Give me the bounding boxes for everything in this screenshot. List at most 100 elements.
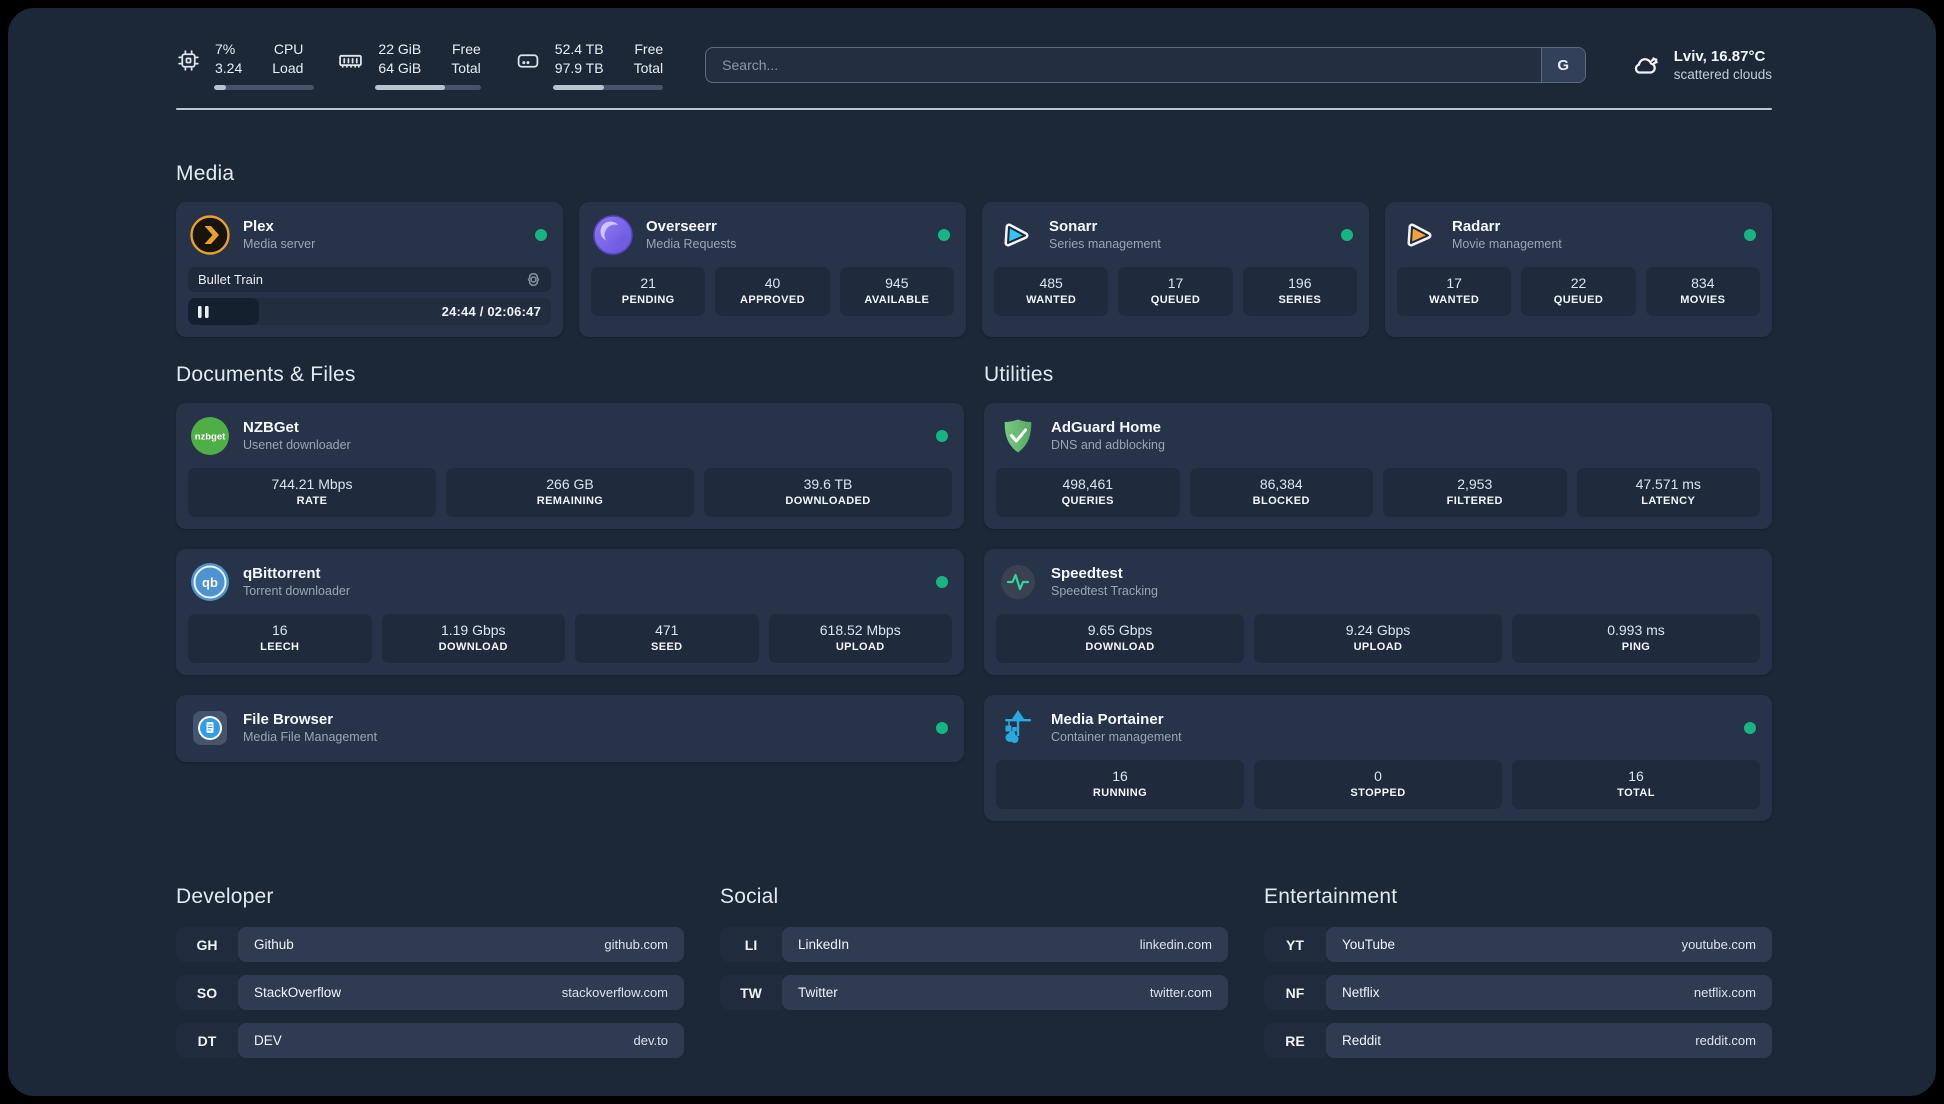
speedtest-title: Speedtest bbox=[1051, 565, 1123, 582]
search-bar: G bbox=[705, 47, 1586, 83]
bookmark-url: twitter.com bbox=[1149, 985, 1212, 1000]
overseerr-status-dot bbox=[938, 229, 950, 241]
cpu-load-label: Load bbox=[272, 60, 304, 76]
overseerr-card[interactable]: Overseerr Media Requests 21 PENDING 40 APP… bbox=[579, 202, 966, 337]
section-heading-entertainment: Entertainment bbox=[1264, 885, 1398, 908]
stat-box: 9.24 Gbps UPLOAD bbox=[1254, 614, 1502, 663]
pause-icon[interactable] bbox=[198, 305, 209, 318]
stat-box: 16 TOTAL bbox=[1512, 760, 1760, 809]
overseerr-icon bbox=[593, 215, 633, 255]
filebrowser-icon bbox=[190, 708, 230, 748]
bookmark-stackoverflow[interactable]: SO StackOverflow stackoverflow.com bbox=[176, 975, 684, 1010]
cpu-resource: 7% 3.24 CPU Load bbox=[176, 40, 314, 90]
sonarr-title: Sonarr bbox=[1049, 218, 1098, 235]
memory-free-value: 22 GiB bbox=[378, 41, 422, 57]
bookmark-name: Netflix bbox=[1342, 985, 1380, 1000]
radarr-title: Radarr bbox=[1452, 218, 1501, 235]
developer-bookmarks: Developer GH Github github.com SO StackO… bbox=[176, 885, 684, 1071]
bookmark-abbr: SO bbox=[176, 975, 238, 1010]
radarr-status-dot bbox=[1744, 229, 1756, 241]
sonarr-subtitle: Series management bbox=[1049, 237, 1161, 251]
overseerr-title: Overseerr bbox=[646, 218, 717, 235]
gear-icon[interactable] bbox=[526, 272, 541, 287]
bookmark-abbr: LI bbox=[720, 927, 782, 962]
memory-resource: 22 GiB 64 GiB Free Total bbox=[337, 40, 481, 90]
plex-subtitle: Media server bbox=[243, 237, 316, 251]
bookmark-youtube[interactable]: YT YouTube youtube.com bbox=[1264, 927, 1772, 962]
bookmark-url: netflix.com bbox=[1693, 985, 1756, 1000]
entertainment-bookmarks: Entertainment YT YouTube youtube.com NF … bbox=[1264, 885, 1772, 1071]
stat-box: 9.65 Gbps DOWNLOAD bbox=[996, 614, 1244, 663]
cpu-label: CPU bbox=[273, 41, 304, 57]
header-divider bbox=[176, 108, 1772, 110]
stat-box: 744.21 Mbps RATE bbox=[188, 468, 436, 517]
stat-box: 22 QUEUED bbox=[1521, 267, 1636, 316]
qbittorrent-card[interactable]: qb qBittorrent Torrent downloader 16 LEEC… bbox=[176, 549, 964, 675]
resource-widgets: 7% 3.24 CPU Load 22 GiB 64 GiB Free Tota… bbox=[176, 40, 664, 90]
weather-location: Lviv, 16.87°C bbox=[1673, 47, 1766, 65]
plex-title: Plex bbox=[243, 218, 274, 235]
bookmark-github[interactable]: GH Github github.com bbox=[176, 927, 684, 962]
bookmark-abbr: YT bbox=[1264, 927, 1326, 962]
cpu-progress-bar bbox=[214, 85, 314, 90]
bookmark-url: youtube.com bbox=[1681, 937, 1756, 952]
plex-card[interactable]: Plex Media server Bullet Train 24:44 / 0… bbox=[176, 202, 563, 337]
nzbget-card[interactable]: nzbget NZBGet Usenet downloader 744.21 M… bbox=[176, 403, 964, 529]
now-playing-progress[interactable]: 24:44 / 02:06:47 bbox=[188, 298, 551, 325]
bookmark-name: YouTube bbox=[1342, 937, 1396, 952]
sonarr-card[interactable]: Sonarr Series management 485 WANTED 17 QUE… bbox=[982, 202, 1369, 337]
bookmark-reddit[interactable]: RE Reddit reddit.com bbox=[1264, 1023, 1772, 1058]
stat-box: 40 APPROVED bbox=[715, 267, 830, 316]
stat-box: 485 WANTED bbox=[994, 267, 1109, 316]
qbittorrent-status-dot bbox=[936, 576, 948, 588]
bookmark-linkedin[interactable]: LI LinkedIn linkedin.com bbox=[720, 927, 1228, 962]
search-provider-button[interactable]: G bbox=[1540, 48, 1585, 82]
radarr-card[interactable]: Radarr Movie management 17 WANTED 22 QUEUE… bbox=[1385, 202, 1772, 337]
portainer-subtitle: Container management bbox=[1051, 730, 1182, 744]
bookmark-name: Reddit bbox=[1342, 1033, 1382, 1048]
portainer-title: Media Portainer bbox=[1051, 711, 1164, 728]
section-heading-documents: Documents & Files bbox=[176, 363, 356, 386]
portainer-status-dot bbox=[1744, 722, 1756, 734]
adguard-title: AdGuard Home bbox=[1051, 419, 1162, 436]
filebrowser-card[interactable]: File Browser Media File Management bbox=[176, 695, 964, 762]
filebrowser-subtitle: Media File Management bbox=[243, 730, 378, 744]
weather-widget: Lviv, 16.87°C scattered clouds bbox=[1628, 47, 1772, 84]
plex-status-dot bbox=[535, 229, 547, 241]
section-heading-developer: Developer bbox=[176, 885, 274, 908]
qbittorrent-subtitle: Torrent downloader bbox=[243, 584, 351, 598]
stat-box: 1.19 Gbps DOWNLOAD bbox=[381, 614, 565, 663]
plex-icon bbox=[190, 215, 230, 255]
now-playing-title-bar: Bullet Train bbox=[188, 267, 551, 292]
speedtest-card[interactable]: Speedtest Speedtest Tracking 9.65 Gbps DO… bbox=[984, 549, 1772, 675]
sonarr-status-dot bbox=[1341, 229, 1353, 241]
bookmark-abbr: RE bbox=[1264, 1023, 1326, 1058]
portainer-card[interactable]: Media Portainer Container management 16 R… bbox=[984, 695, 1772, 821]
bookmark-twitter[interactable]: TW Twitter twitter.com bbox=[720, 975, 1228, 1010]
now-playing-title: Bullet Train bbox=[198, 272, 264, 287]
bookmark-abbr: DT bbox=[176, 1023, 238, 1058]
disk-free-label: Free bbox=[634, 41, 664, 57]
top-bar: 7% 3.24 CPU Load 22 GiB 64 GiB Free Tota… bbox=[176, 36, 1772, 94]
stat-box: 266 GB REMAINING bbox=[446, 468, 694, 517]
utilities-column: Utilities AdGuard Home DNS and adblockin… bbox=[984, 363, 1772, 841]
bookmark-name: Github bbox=[254, 937, 294, 952]
adguard-card[interactable]: AdGuard Home DNS and adblocking 498,461 Q… bbox=[984, 403, 1772, 529]
bookmark-netflix[interactable]: NF Netflix netflix.com bbox=[1264, 975, 1772, 1010]
bookmark-abbr: NF bbox=[1264, 975, 1326, 1010]
disk-icon bbox=[515, 48, 541, 73]
svg-text:nzbget: nzbget bbox=[195, 432, 226, 443]
portainer-icon bbox=[998, 708, 1038, 748]
bookmark-url: stackoverflow.com bbox=[561, 985, 668, 1000]
stat-box: 471 SEED bbox=[575, 614, 759, 663]
disk-free-value: 52.4 TB bbox=[554, 41, 604, 57]
bookmark-dev[interactable]: DT DEV dev.to bbox=[176, 1023, 684, 1058]
disk-progress-bar bbox=[552, 85, 664, 90]
search-input[interactable] bbox=[706, 48, 1541, 82]
dashboard-page: 7% 3.24 CPU Load 22 GiB 64 GiB Free Tota… bbox=[8, 8, 1936, 1096]
documents-column: Documents & Files nzbget NZBGet Usenet d… bbox=[176, 363, 964, 841]
memory-total-value: 64 GiB bbox=[378, 60, 422, 76]
bookmark-url: github.com bbox=[604, 937, 668, 952]
nzbget-status-dot bbox=[936, 430, 948, 442]
bookmark-name: StackOverflow bbox=[254, 985, 342, 1000]
